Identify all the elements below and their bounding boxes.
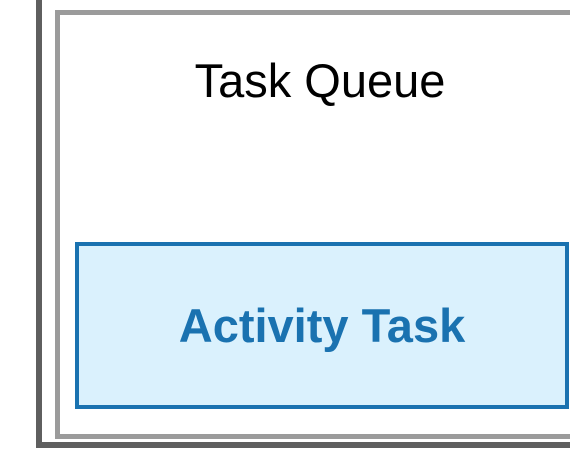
activity-task-label: Activity Task [178,298,466,352]
diagram-canvas: Task Queue Activity Task [0,0,570,454]
task-queue-title: Task Queue [194,54,446,107]
activity-task-box: Activity Task [75,242,569,409]
